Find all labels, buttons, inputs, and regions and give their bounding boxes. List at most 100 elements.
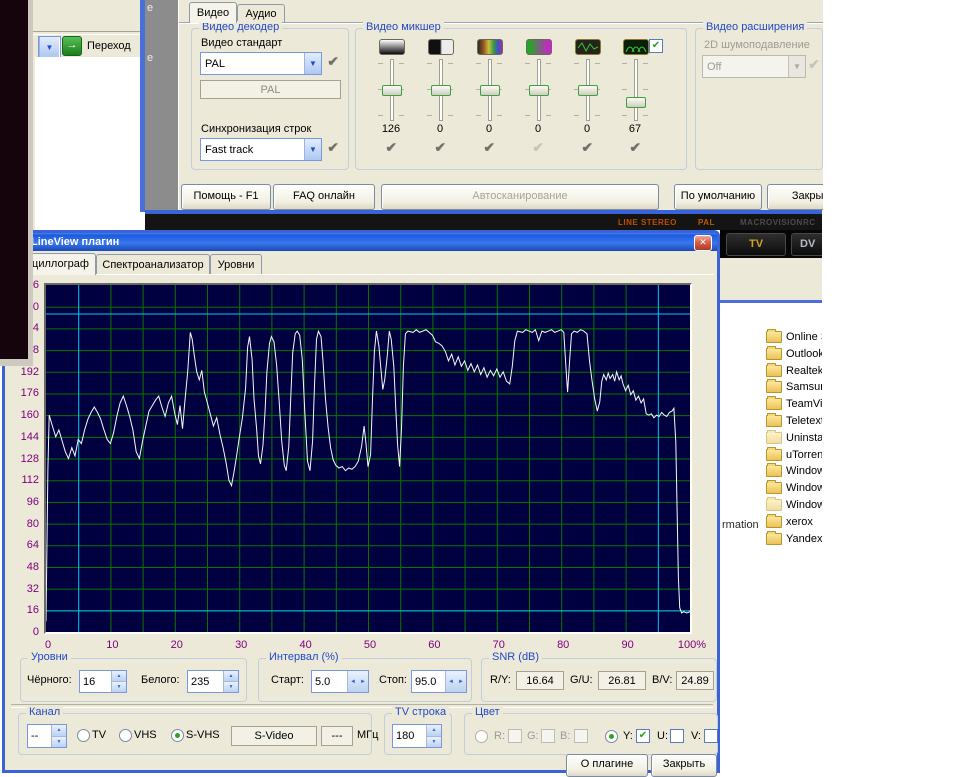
spin-left-icon[interactable]: ◄ — [446, 671, 456, 692]
folder-item[interactable]: Yandex — [766, 531, 822, 547]
white-level-spinner[interactable]: 235 ▲▼ — [187, 670, 239, 693]
apply-check-icon: ✔ — [465, 139, 513, 156]
radio-rgb[interactable] — [475, 730, 488, 743]
black-level-spinner[interactable]: 16 ▲▼ — [79, 670, 127, 693]
slider-tick — [448, 115, 453, 116]
sync-select[interactable]: Fast track ▼ — [200, 138, 322, 161]
channel-spinner[interactable]: -- ▲▼ — [27, 724, 67, 748]
folder-item[interactable]: uTorren — [766, 447, 822, 463]
folder-icon — [766, 516, 782, 528]
slider-thumb[interactable] — [382, 85, 402, 96]
slider-tick — [448, 63, 453, 64]
video-standard-select[interactable]: PAL ▼ — [200, 52, 322, 75]
autoscan-button: Автосканирование — [381, 184, 659, 210]
spin-up-icon[interactable]: ▲ — [52, 725, 66, 737]
tv-button[interactable]: TV — [726, 233, 786, 256]
folder-name: Uninstal — [786, 432, 822, 444]
u-checkbox[interactable] — [670, 729, 684, 743]
snr-gu-label: G/U: — [570, 674, 593, 686]
faq-button-label: FAQ онлайн — [293, 190, 355, 202]
mixer-enable-checkbox[interactable]: ✔ — [649, 39, 663, 53]
lineview-titlebar[interactable]: LineView плагин ✕ — [5, 233, 717, 251]
spin-down-icon[interactable]: ▼ — [52, 737, 66, 748]
folder-item[interactable]: Uninstal — [766, 430, 822, 446]
v-checkbox[interactable] — [704, 729, 718, 743]
address-dropdown[interactable]: ▼ — [38, 36, 61, 58]
spin-up-icon[interactable]: ▲ — [112, 671, 126, 682]
tvline-spinner[interactable]: 180 ▲▼ — [392, 724, 442, 748]
y-axis-tick: 0 — [5, 626, 39, 638]
radio-svhs[interactable] — [171, 729, 184, 742]
spin-down-icon[interactable]: ▼ — [427, 737, 441, 748]
slider-tick — [643, 115, 648, 116]
radio-vhs[interactable] — [119, 729, 132, 742]
g-checkbox — [541, 729, 555, 743]
y-axis-tick: 32 — [5, 583, 39, 595]
spin-down-icon[interactable]: ▼ — [112, 682, 126, 692]
black-level-label: Чёрного: — [27, 674, 72, 686]
help-button[interactable]: Помощь - F1 — [181, 184, 271, 210]
spin-down-icon[interactable]: ▼ — [224, 682, 238, 692]
slider-thumb[interactable] — [480, 85, 500, 96]
interval-stop-spinner[interactable]: 95.0 ◄► — [411, 670, 467, 693]
radio-tv[interactable] — [77, 729, 90, 742]
chevron-down-icon[interactable]: ▼ — [304, 139, 321, 160]
y-checkbox[interactable]: ✔ — [636, 729, 650, 743]
tv-status-rc: RC — [803, 218, 816, 227]
video-extensions-group: Видео расширения 2D шумоподавление Off ▼… — [695, 28, 823, 170]
noise-reduction-select[interactable]: Off ▼ — [702, 55, 806, 78]
folder-item[interactable]: Teletext — [766, 413, 822, 429]
folder-item[interactable]: Online S — [766, 329, 822, 345]
slider-thumb[interactable] — [578, 85, 598, 96]
close-icon[interactable]: ✕ — [694, 235, 712, 251]
folder-item[interactable]: Samsun — [766, 379, 822, 395]
close-plugin-button[interactable]: Закрыть — [651, 754, 717, 777]
folder-item[interactable]: TeamVie — [766, 396, 822, 412]
about-plugin-button[interactable]: О плагине — [566, 754, 648, 777]
video-standard-value: PAL — [201, 58, 304, 70]
defaults-button[interactable]: По умолчанию — [674, 184, 762, 210]
dv-button-label: DV — [800, 238, 815, 250]
dv-button[interactable]: DV — [791, 233, 822, 256]
y-label: Y: — [623, 730, 633, 742]
folder-item[interactable]: Window — [766, 497, 822, 513]
tab-audio-label: Аудио — [245, 8, 276, 20]
folder-item[interactable]: Realtek — [766, 363, 822, 379]
close-panel-button-label: Закрыть — [792, 190, 823, 202]
y-axis-tick: 64 — [5, 539, 39, 551]
folder-name: Window — [786, 482, 822, 494]
mixer-channel: 0✔ — [416, 29, 464, 171]
slider-thumb[interactable] — [626, 97, 646, 108]
y-axis-tick: 160 — [5, 409, 39, 421]
close-panel-button[interactable]: Закрыть — [767, 184, 823, 210]
folder-item[interactable]: Window — [766, 480, 822, 496]
folder-item[interactable]: xerox — [766, 514, 813, 530]
explorer-list-background — [35, 57, 140, 230]
spin-left-icon[interactable]: ◄ — [348, 671, 358, 692]
y-axis-tick: 192 — [5, 366, 39, 378]
slider-tick — [546, 115, 551, 116]
chevron-down-icon[interactable]: ▼ — [304, 53, 321, 74]
tvline-group-label: TV строка — [392, 706, 449, 718]
go-button[interactable]: → Переход — [62, 36, 131, 56]
folder-item[interactable]: Outlook — [766, 346, 822, 362]
tab-spectrum[interactable]: Спектроанализатор — [96, 254, 210, 275]
faq-button[interactable]: FAQ онлайн — [273, 184, 375, 210]
spin-up-icon[interactable]: ▲ — [224, 671, 238, 682]
snr-ry-number: 16.64 — [526, 675, 554, 687]
tab-levels[interactable]: Уровни — [210, 254, 262, 275]
interval-start-spinner[interactable]: 5.0 ◄► — [311, 670, 369, 693]
slider-track[interactable] — [634, 59, 638, 121]
slider-thumb[interactable] — [529, 85, 549, 96]
radio-yuv[interactable] — [605, 730, 618, 743]
spin-right-icon[interactable]: ► — [358, 671, 368, 692]
folder-item[interactable]: Window — [766, 463, 822, 479]
spin-right-icon[interactable]: ► — [456, 671, 466, 692]
slider-thumb[interactable] — [431, 85, 451, 96]
folder-name: Realtek — [786, 365, 822, 377]
white-level-label: Белого: — [141, 674, 180, 686]
slider-tick — [399, 63, 404, 64]
folder-name: xerox — [786, 516, 813, 528]
tab-video[interactable]: Видео — [189, 2, 237, 23]
spin-up-icon[interactable]: ▲ — [427, 725, 441, 737]
